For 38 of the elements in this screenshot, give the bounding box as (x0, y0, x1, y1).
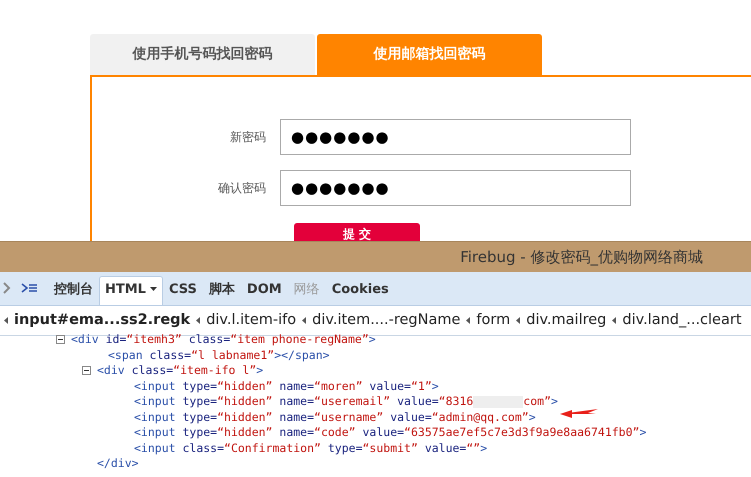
code-line: <input type=“hidden” name=“username” value=“admin@qq.com”> (134, 410, 536, 425)
console-icon[interactable] (21, 282, 38, 294)
separator-icon (4, 317, 8, 324)
field-label: 新密码 (229, 129, 267, 146)
code-line: <input type=“hidden” name=“code” value=“63575ae7ef5c7e3d3f9a9e8aa6741fb0”> (134, 425, 646, 440)
code-line: <input class=“Confirmation” type=“submit” value=“”> (134, 440, 488, 456)
code-line: <div id=“itemh3” class=“item phone-regName”> (71, 332, 376, 348)
breadcrumb-link[interactable]: div.land_...cleart (622, 310, 742, 332)
code-line: <div class=“item-ifo l”> (97, 363, 264, 378)
tab[interactable]: 脚本 (202, 276, 241, 305)
separator-icon (302, 317, 306, 324)
separator-icon (612, 317, 616, 324)
tab[interactable]: Cookies (326, 276, 395, 305)
submit-button[interactable]: 提 交 (294, 223, 420, 241)
code-line: <input type=“hidden” name=“useremail” value=“8316 com”> (134, 394, 558, 410)
separator-icon (516, 317, 520, 324)
code-line: </div> (97, 456, 139, 472)
breadcrumb-link[interactable]: input#ema...ss2.regk (14, 310, 190, 332)
tab[interactable]: 使用手机号码找回密码 (90, 34, 315, 75)
chevron-icon[interactable] (2, 280, 11, 296)
collapse-icon[interactable] (82, 366, 91, 376)
breadcrumb-link[interactable]: div.mailreg (526, 310, 606, 332)
code-line: <input type=“hidden” name=“moren” value=“1”> (134, 378, 439, 394)
password-field[interactable]: ●●●●●●● (280, 170, 631, 206)
tab[interactable]: 控制台 (48, 276, 99, 305)
code-line: <span class=“l labname1”></span> (108, 348, 330, 363)
window-title: Firebug - 修改密码_优购物网络商城 (460, 246, 703, 268)
separator-icon (196, 317, 200, 324)
tab[interactable]: HTML (99, 276, 163, 305)
tab[interactable]: DOM (240, 276, 288, 305)
collapse-icon[interactable] (56, 335, 65, 344)
breadcrumb-link[interactable]: div.item....-regName (312, 310, 460, 332)
password-field[interactable]: ●●●●●●● (280, 119, 631, 155)
field-label: 确认密码 (217, 180, 267, 197)
separator-icon (466, 317, 470, 324)
breadcrumb-link[interactable]: div.l.item-ifo (206, 310, 296, 332)
tab[interactable]: CSS (162, 276, 203, 305)
breadcrumb-link[interactable]: form (476, 310, 510, 332)
